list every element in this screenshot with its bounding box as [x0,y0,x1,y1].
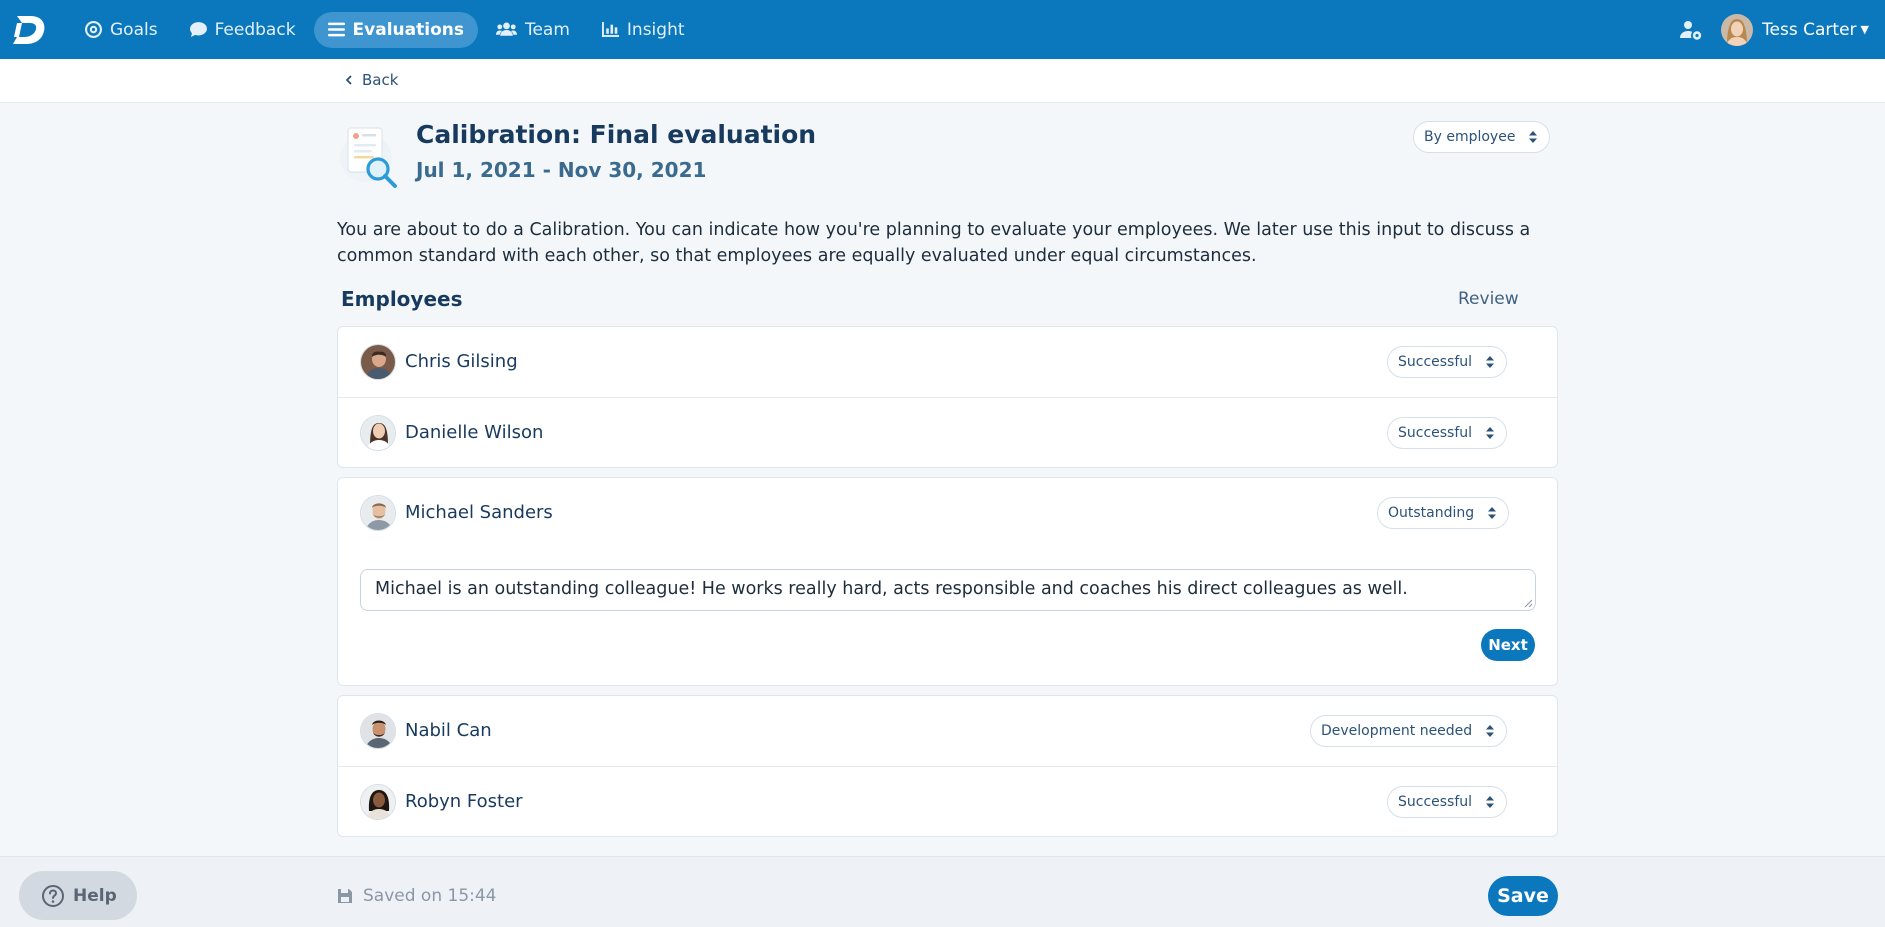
nav-feedback[interactable]: Feedback [176,12,310,48]
rating-value: Successful [1398,354,1473,370]
back-label: Back [362,71,399,89]
sort-arrows-icon [1486,356,1495,368]
date-range: Jul 1, 2021 - Nov 30, 2021 [416,158,707,182]
chevron-down-icon[interactable]: ▼ [1861,23,1869,36]
intro-text: You are about to do a Calibration. You c… [337,220,1531,266]
sort-arrows-icon [1486,427,1495,439]
employee-card-expanded: Michael Sanders Outstanding Michael is a… [337,477,1558,686]
rating-value: Successful [1398,794,1473,810]
chat-bubble-icon [189,22,207,37]
employee-card: Chris Gilsing Successful Danielle Wilson… [337,326,1558,468]
bar-chart-icon [601,22,619,37]
sort-arrows-icon [1486,796,1495,808]
nav-insight[interactable]: Insight [588,12,699,48]
help-label: Help [73,885,117,906]
question-circle-icon [42,884,64,907]
back-link[interactable]: Back [344,71,398,89]
list-icon [327,22,345,37]
target-icon [85,21,102,38]
employee-name[interactable]: Chris Gilsing [405,351,518,372]
sort-arrows-icon [1488,507,1497,519]
resize-handle-icon[interactable] [1524,599,1532,607]
rating-value: Outstanding [1388,505,1475,521]
footer-bar: Help Saved on 15:44 Save [0,856,1885,927]
nav-team[interactable]: Team [482,12,584,48]
user-settings-icon[interactable] [1679,18,1703,42]
saved-text: Saved on 15:44 [363,886,497,906]
nav-feedback-label: Feedback [214,19,296,40]
employee-row: Robyn Foster Successful [338,766,1557,836]
comment-text: Michael is an outstanding colleague! He … [375,579,1408,599]
nav-insight-label: Insight [626,19,685,40]
employee-row: Nabil Can Development needed [338,696,1557,766]
employee-name[interactable]: Robyn Foster [405,791,523,812]
employee-card: Nabil Can Development needed Robyn Foste… [337,695,1558,837]
employee-name[interactable]: Danielle Wilson [405,422,543,443]
avatar [360,344,396,380]
employees-heading: Employees [341,287,463,311]
app-logo[interactable] [13,13,47,47]
view-mode-select[interactable]: By employee [1413,121,1551,153]
evaluation-comment-textarea[interactable]: Michael is an outstanding colleague! He … [360,569,1536,611]
save-status: Saved on 15:44 [337,886,497,906]
employee-name[interactable]: Michael Sanders [405,502,553,523]
help-button[interactable]: Help [19,871,137,920]
nav-goals[interactable]: Goals [71,12,172,48]
review-column-label: Review [1458,289,1519,309]
avatar [360,415,396,451]
rating-value: Successful [1398,425,1473,441]
next-button[interactable]: Next [1481,629,1535,661]
calibration-illustration [340,127,397,188]
employee-name[interactable]: Nabil Can [405,720,492,741]
avatar [360,495,396,531]
users-icon [495,22,517,36]
save-button[interactable]: Save [1488,876,1558,916]
nav-goals-label: Goals [110,19,158,40]
floppy-disk-icon [338,889,352,903]
rating-select[interactable]: Successful [1387,786,1508,818]
view-mode-value: By employee [1424,129,1516,145]
nav-evaluations-label: Evaluations [352,19,464,40]
sub-header: Back [0,59,1885,103]
rating-select[interactable]: Development needed [1310,715,1508,747]
employee-row: Michael Sanders Outstanding [338,478,1557,548]
top-nav-bar: Goals Feedback Evaluations Team Insight [0,0,1885,59]
rating-select[interactable]: Outstanding [1377,497,1510,529]
rating-select[interactable]: Successful [1387,346,1508,378]
rating-value: Development needed [1321,723,1473,739]
nav-evaluations[interactable]: Evaluations [313,11,478,48]
rating-select[interactable]: Successful [1387,417,1508,449]
user-menu-area: Tess Carter ▼ [1679,0,1869,59]
user-name[interactable]: Tess Carter [1762,20,1856,40]
nav-team-label: Team [524,19,570,40]
page-title: Calibration: Final evaluation [416,120,817,149]
employee-row: Chris Gilsing Successful [338,327,1557,397]
user-avatar[interactable] [1721,13,1754,46]
avatar [360,713,396,749]
sort-arrows-icon [1486,725,1495,737]
avatar [360,784,396,820]
sort-arrows-icon [1529,131,1538,143]
employee-row: Danielle Wilson Successful [338,397,1557,467]
chevron-left-icon [345,75,352,85]
